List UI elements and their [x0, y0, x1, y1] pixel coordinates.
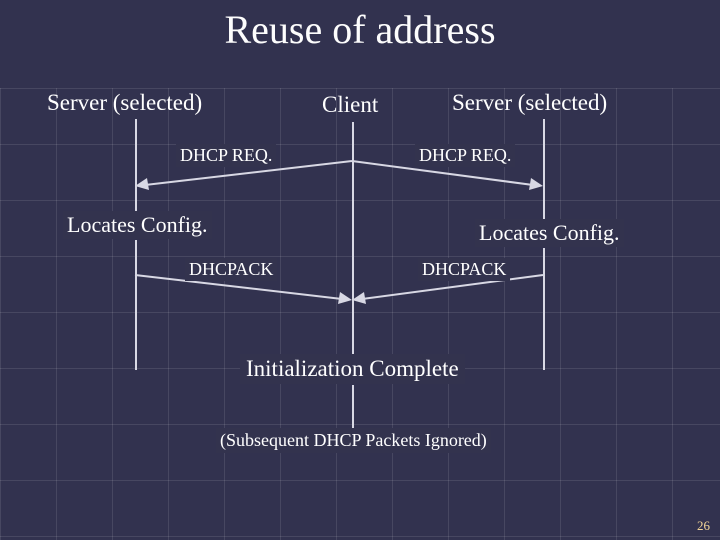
background-grid [0, 88, 720, 540]
label-subsequent-ignored: (Subsequent DHCP Packets Ignored) [216, 428, 491, 453]
lane-label-server-left: Server (selected) [47, 90, 202, 116]
lane-label-server-right: Server (selected) [452, 90, 607, 116]
msg-dhcp-req-right: DHCP REQ. [415, 144, 515, 167]
lifeline-left-seg2 [135, 240, 137, 370]
lane-label-client: Client [322, 92, 378, 118]
lifeline-right-seg2 [543, 248, 545, 370]
lifeline-right-seg1 [543, 119, 545, 219]
slide-title: Reuse of address [0, 6, 720, 53]
lifeline-center-seg1 [352, 122, 354, 354]
label-init-complete: Initialization Complete [240, 354, 465, 384]
state-locates-right: Locates Config. [475, 219, 624, 247]
msg-dhcpack-right: DHCPACK [418, 258, 510, 281]
msg-dhcp-req-left: DHCP REQ. [176, 144, 276, 167]
state-locates-left: Locates Config. [63, 211, 212, 239]
slide-number: 26 [697, 518, 710, 534]
msg-dhcpack-left: DHCPACK [185, 258, 277, 281]
